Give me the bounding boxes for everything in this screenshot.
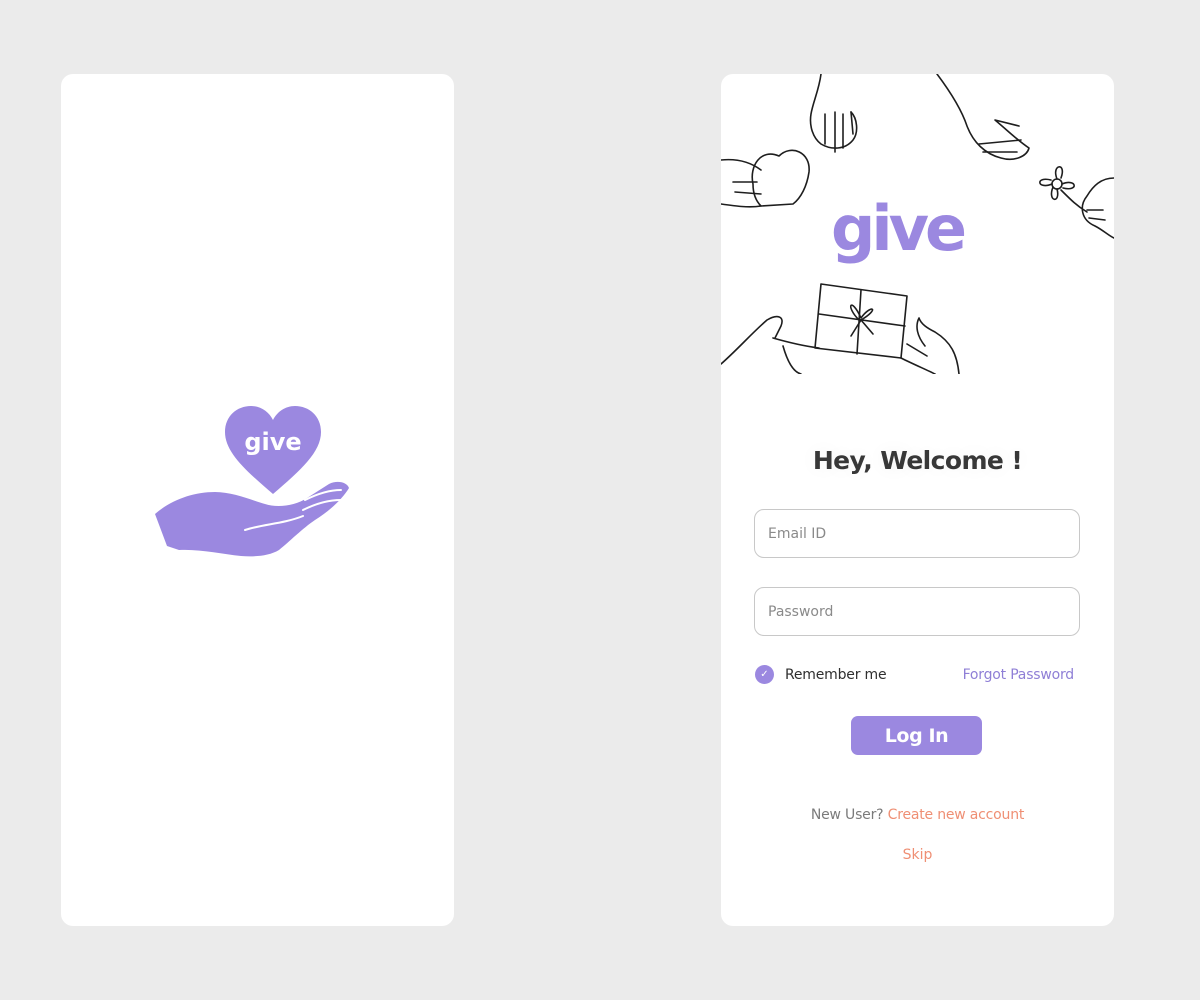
welcome-title: Hey, Welcome !: [812, 446, 1023, 475]
remember-me-toggle[interactable]: ✓ Remember me: [755, 665, 887, 684]
new-user-row: New User? Create new account: [721, 807, 1114, 823]
login-screen: give Hey, Welcome ! ✓ Remember me Forgot…: [721, 74, 1114, 926]
login-button[interactable]: Log In: [851, 716, 982, 755]
hand-holding-heart-icon: give: [155, 406, 349, 557]
password-field[interactable]: [754, 587, 1080, 636]
new-user-text: New User?: [810, 807, 888, 823]
remember-me-label: Remember me: [785, 666, 887, 683]
forgot-password-link[interactable]: Forgot Password: [963, 667, 1075, 683]
brand-text: give: [831, 192, 965, 265]
email-field[interactable]: [754, 509, 1080, 558]
give-logo: give: [831, 192, 969, 265]
splash-screen: give: [61, 74, 454, 926]
checkmark-icon[interactable]: ✓: [755, 665, 774, 684]
splash-logo-text: give: [244, 428, 301, 456]
create-account-link[interactable]: Create new account: [888, 807, 1025, 823]
skip-link[interactable]: Skip: [721, 847, 1114, 863]
